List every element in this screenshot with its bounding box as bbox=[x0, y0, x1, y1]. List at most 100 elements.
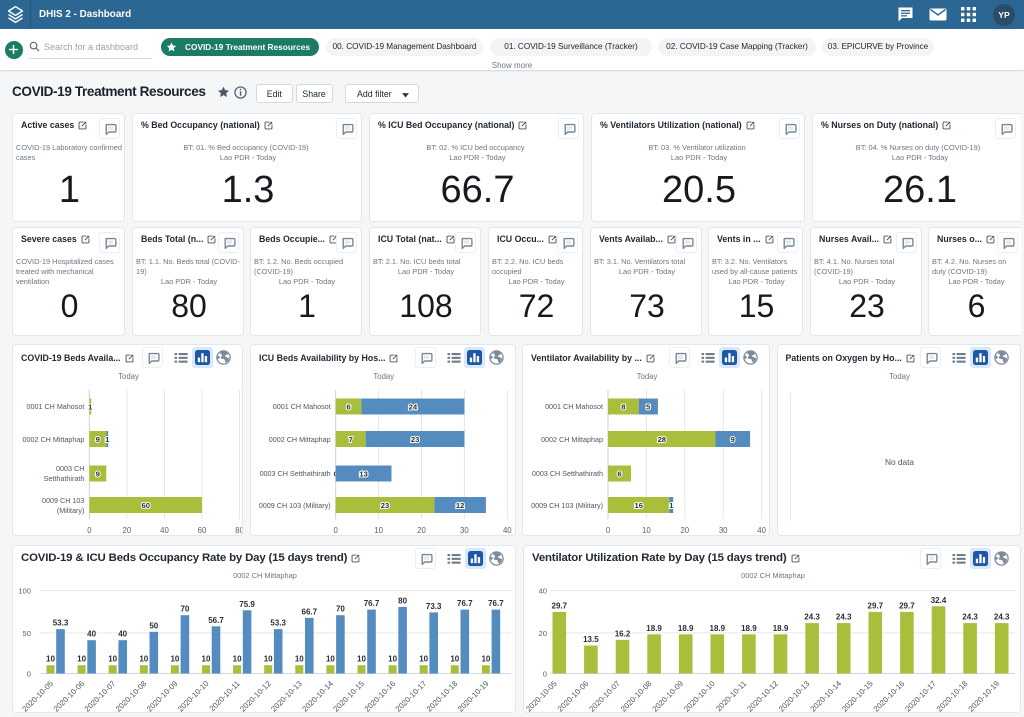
svg-text:60: 60 bbox=[198, 526, 207, 535]
svg-text:9: 9 bbox=[96, 435, 100, 444]
svg-text:29.7: 29.7 bbox=[868, 601, 884, 610]
svg-text:53.3: 53.3 bbox=[270, 619, 286, 628]
svg-text:2020-10-08: 2020-10-08 bbox=[114, 679, 149, 713]
svg-text:50: 50 bbox=[23, 629, 31, 638]
svg-text:10: 10 bbox=[233, 655, 242, 664]
svg-text:6: 6 bbox=[617, 469, 621, 478]
svg-text:76.7: 76.7 bbox=[457, 599, 473, 608]
svg-text:10: 10 bbox=[419, 655, 428, 664]
svg-text:66.7: 66.7 bbox=[302, 607, 318, 616]
svg-text:24.3: 24.3 bbox=[836, 613, 852, 622]
svg-text:80: 80 bbox=[235, 526, 243, 535]
svg-text:1: 1 bbox=[105, 435, 110, 444]
svg-text:18.9: 18.9 bbox=[773, 624, 789, 633]
svg-text:2020-10-17: 2020-10-17 bbox=[394, 679, 429, 713]
svg-text:2020-10-06: 2020-10-06 bbox=[52, 679, 87, 713]
svg-text:10: 10 bbox=[642, 526, 651, 535]
svg-text:24.3: 24.3 bbox=[804, 613, 820, 622]
svg-text:30: 30 bbox=[460, 526, 469, 535]
svg-text:16: 16 bbox=[634, 501, 642, 510]
svg-text:2020-10-05: 2020-10-05 bbox=[524, 679, 559, 713]
svg-text:2020-10-14: 2020-10-14 bbox=[300, 679, 335, 713]
svg-text:2020-10-13: 2020-10-13 bbox=[269, 679, 304, 713]
svg-text:24: 24 bbox=[409, 402, 418, 411]
svg-text:76.7: 76.7 bbox=[364, 599, 380, 608]
svg-text:1: 1 bbox=[88, 402, 93, 411]
svg-text:2020-10-10: 2020-10-10 bbox=[682, 679, 717, 713]
svg-text:8: 8 bbox=[621, 402, 625, 411]
svg-text:70: 70 bbox=[180, 605, 189, 614]
svg-text:13.5: 13.5 bbox=[583, 635, 599, 644]
svg-text:20: 20 bbox=[123, 526, 132, 535]
svg-text:20: 20 bbox=[680, 526, 689, 535]
svg-text:2020-10-05: 2020-10-05 bbox=[20, 679, 55, 713]
svg-text:29.7: 29.7 bbox=[899, 601, 915, 610]
svg-text:10: 10 bbox=[139, 655, 148, 664]
svg-text:7: 7 bbox=[349, 435, 353, 444]
svg-text:1: 1 bbox=[669, 501, 674, 510]
svg-text:0: 0 bbox=[87, 526, 92, 535]
svg-text:23: 23 bbox=[411, 435, 419, 444]
svg-text:2020-10-18: 2020-10-18 bbox=[935, 679, 970, 713]
svg-text:40: 40 bbox=[757, 526, 766, 535]
svg-text:18.9: 18.9 bbox=[741, 624, 757, 633]
svg-text:2020-10-18: 2020-10-18 bbox=[425, 679, 460, 713]
svg-text:9: 9 bbox=[96, 469, 100, 478]
svg-text:2020-10-19: 2020-10-19 bbox=[456, 679, 491, 713]
svg-text:10: 10 bbox=[264, 655, 273, 664]
svg-text:2020-10-15: 2020-10-15 bbox=[840, 679, 875, 713]
svg-text:40: 40 bbox=[118, 630, 127, 639]
svg-text:2020-10-07: 2020-10-07 bbox=[83, 679, 118, 713]
svg-text:20: 20 bbox=[417, 526, 426, 535]
svg-text:10: 10 bbox=[450, 655, 459, 664]
svg-text:10: 10 bbox=[326, 655, 335, 664]
svg-text:10: 10 bbox=[46, 655, 55, 664]
svg-text:2020-10-12: 2020-10-12 bbox=[745, 679, 780, 713]
svg-text:40: 40 bbox=[539, 587, 547, 596]
svg-text:80: 80 bbox=[398, 596, 407, 605]
svg-text:32.4: 32.4 bbox=[931, 596, 947, 605]
svg-text:2020-10-16: 2020-10-16 bbox=[872, 679, 907, 713]
svg-text:50: 50 bbox=[149, 621, 158, 630]
svg-text:56.7: 56.7 bbox=[208, 616, 224, 625]
svg-text:2020-10-13: 2020-10-13 bbox=[777, 679, 812, 713]
svg-text:2020-10-15: 2020-10-15 bbox=[331, 679, 366, 713]
svg-text:40: 40 bbox=[87, 630, 96, 639]
svg-text:10: 10 bbox=[202, 655, 211, 664]
svg-text:0: 0 bbox=[27, 670, 31, 679]
svg-text:2020-10-12: 2020-10-12 bbox=[238, 679, 273, 713]
svg-text:53.3: 53.3 bbox=[53, 619, 69, 628]
svg-text:20: 20 bbox=[539, 629, 547, 638]
svg-text:100: 100 bbox=[18, 587, 31, 596]
svg-text:2020-10-14: 2020-10-14 bbox=[809, 679, 844, 713]
svg-text:16.2: 16.2 bbox=[615, 629, 631, 638]
svg-text:40: 40 bbox=[160, 526, 169, 535]
svg-text:6: 6 bbox=[346, 402, 350, 411]
svg-text:18.9: 18.9 bbox=[646, 624, 662, 633]
svg-text:10: 10 bbox=[374, 526, 383, 535]
svg-text:10: 10 bbox=[481, 655, 490, 664]
svg-text:75.9: 75.9 bbox=[239, 600, 255, 609]
svg-text:40: 40 bbox=[503, 526, 512, 535]
svg-text:0: 0 bbox=[606, 526, 611, 535]
svg-text:24.3: 24.3 bbox=[994, 613, 1010, 622]
svg-text:70: 70 bbox=[336, 605, 345, 614]
svg-text:28: 28 bbox=[658, 435, 666, 444]
svg-text:0: 0 bbox=[334, 526, 339, 535]
svg-text:18.9: 18.9 bbox=[710, 624, 726, 633]
svg-text:10: 10 bbox=[357, 655, 366, 664]
svg-text:0: 0 bbox=[543, 670, 547, 679]
svg-text:29.7: 29.7 bbox=[552, 601, 568, 610]
svg-text:2020-10-16: 2020-10-16 bbox=[363, 679, 398, 713]
svg-text:30: 30 bbox=[719, 526, 728, 535]
svg-text:10: 10 bbox=[77, 655, 86, 664]
svg-text:12: 12 bbox=[456, 501, 464, 510]
svg-text:10: 10 bbox=[388, 655, 397, 664]
svg-text:2020-10-09: 2020-10-09 bbox=[145, 679, 180, 713]
svg-text:2020-10-19: 2020-10-19 bbox=[967, 679, 1002, 713]
svg-text:2020-10-17: 2020-10-17 bbox=[903, 679, 938, 713]
svg-text:2020-10-08: 2020-10-08 bbox=[619, 679, 654, 713]
svg-text:2020-10-11: 2020-10-11 bbox=[714, 679, 748, 713]
svg-text:24.3: 24.3 bbox=[962, 613, 978, 622]
svg-text:10: 10 bbox=[170, 655, 179, 664]
